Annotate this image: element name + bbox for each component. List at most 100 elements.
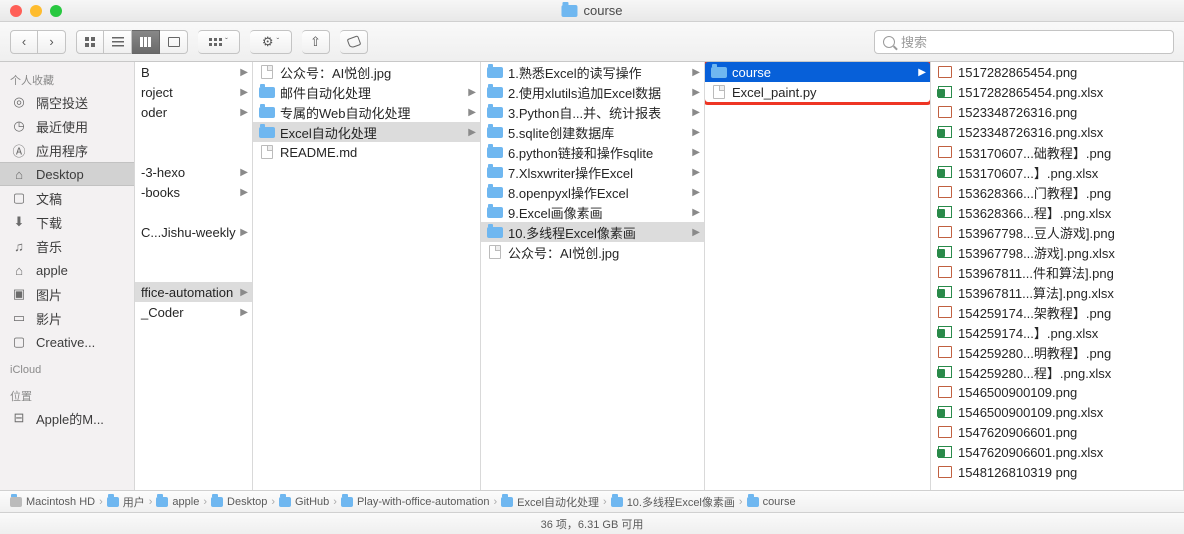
sidebar-item-文稿[interactable]: ▢文稿 [0,186,134,210]
list-item[interactable] [135,122,252,142]
list-item[interactable]: 10.多线程Excel像素画▶ [481,222,704,242]
item-label: 5.sqlite创建数据库 [508,123,614,142]
search-icon [883,36,895,48]
list-item[interactable]: 8.openpyxl操作Excel▶ [481,182,704,202]
share-button[interactable] [302,30,330,54]
list-item[interactable]: 邮件自动化处理▶ [253,82,480,102]
sidebar-item-音乐[interactable]: ♫音乐 [0,234,134,258]
nav-buttons: ‹ › [10,30,66,54]
path-bar[interactable]: Macintosh HD›用户›apple›Desktop›GitHub›Pla… [0,490,1184,512]
path-segment[interactable]: Macintosh HD [10,496,95,508]
sidebar-item-apple[interactable]: ⌂apple [0,258,134,282]
list-item[interactable]: 1517282865454.png.xlsx [931,82,1183,102]
column-view-button[interactable] [132,30,160,54]
list-item[interactable]: 1546500900109.png [931,382,1183,402]
column-3[interactable]: course▶Excel_paint.py [705,62,931,490]
column-1[interactable]: 公众号：AI悦创.jpg邮件自动化处理▶专属的Web自动化处理▶Excel自动化… [253,62,481,490]
list-item[interactable]: 1547620906601.png.xlsx [931,442,1183,462]
list-item[interactable]: 专属的Web自动化处理▶ [253,102,480,122]
list-item[interactable]: 1.熟悉Excel的读写操作▶ [481,62,704,82]
path-segment[interactable]: GitHub [279,496,329,508]
list-item[interactable]: 1547620906601.png [931,422,1183,442]
item-label: 公众号：AI悦创.jpg [508,243,619,262]
list-item[interactable]: 153967811...件和算法].png [931,262,1183,282]
disclosure-arrow-icon: ▶ [692,167,700,178]
list-item[interactable]: 1546500900109.png.xlsx [931,402,1183,422]
column-0[interactable]: B▶roject▶oder▶ -3-hexo▶-books▶ C...Jishu-w… [135,62,253,490]
minimize-window-button[interactable] [30,5,42,17]
list-item[interactable]: _Coder▶ [135,302,252,322]
list-item[interactable]: 154259280...程】.png.xlsx [931,362,1183,382]
sidebar-item-label: apple [36,263,68,278]
list-item[interactable]: 1517282865454.png [931,62,1183,82]
action-menu-button[interactable]: ˇ [250,30,292,54]
path-segment[interactable]: course [747,496,796,508]
sidebar-item-应用程序[interactable]: Ⓐ应用程序 [0,138,134,162]
list-item[interactable]: Excel自动化处理▶ [253,122,480,142]
list-view-button[interactable] [104,30,132,54]
column-4[interactable]: 1517282865454.png1517282865454.png.xlsx1… [931,62,1184,490]
icon-view-button[interactable] [76,30,104,54]
list-item[interactable]: 153628366...程】.png.xlsx [931,202,1183,222]
list-item[interactable]: 153170607...础教程】.png [931,142,1183,162]
gallery-view-button[interactable] [160,30,188,54]
list-item[interactable] [135,142,252,162]
list-item[interactable]: 公众号：AI悦创.jpg [253,62,480,82]
list-item[interactable]: 154259174...】.png.xlsx [931,322,1183,342]
forward-button[interactable]: › [38,30,66,54]
group-by-button[interactable]: ˇ [198,30,240,54]
sidebar-item-下载[interactable]: ⬇下载 [0,210,134,234]
list-item[interactable]: roject▶ [135,82,252,102]
list-item[interactable] [135,262,252,282]
column-2[interactable]: 1.熟悉Excel的读写操作▶2.使用xlutils追加Excel数据▶3.Py… [481,62,705,490]
list-item[interactable]: 1523348726316.png [931,102,1183,122]
list-item[interactable]: 9.Excel画像素画▶ [481,202,704,222]
list-item[interactable]: 154259280...明教程】.png [931,342,1183,362]
list-item[interactable]: 153967798...豆人游戏].png [931,222,1183,242]
path-segment[interactable]: 用户 [107,494,145,510]
list-item[interactable]: 154259174...架教程】.png [931,302,1183,322]
sidebar-item-label: 文稿 [36,189,62,208]
sidebar-item-影片[interactable]: ▭影片 [0,306,134,330]
list-item[interactable]: oder▶ [135,102,252,122]
path-segment[interactable]: Excel自动化处理 [501,494,599,510]
list-item[interactable]: 153967798...游戏].png.xlsx [931,242,1183,262]
path-segment[interactable]: Desktop [211,496,267,508]
list-item[interactable]: -3-hexo▶ [135,162,252,182]
tags-button[interactable] [340,30,368,54]
list-item[interactable]: C...Jishu-weekly▶ [135,222,252,242]
list-item[interactable]: ffice-automation▶ [135,282,252,302]
list-item[interactable]: 7.Xlsxwriter操作Excel▶ [481,162,704,182]
sidebar-item-apple的m...[interactable]: ⊟Apple的M... [0,406,134,430]
list-item[interactable]: 5.sqlite创建数据库▶ [481,122,704,142]
path-segment[interactable]: 10.多线程Excel像素画 [611,494,735,510]
list-item[interactable]: 6.python链接和操作sqlite▶ [481,142,704,162]
list-item[interactable]: B▶ [135,62,252,82]
list-item[interactable]: 153967811...算法].png.xlsx [931,282,1183,302]
list-item[interactable]: -books▶ [135,182,252,202]
list-item[interactable]: 2.使用xlutils追加Excel数据▶ [481,82,704,102]
list-item[interactable]: 3.Python自...并、统计报表▶ [481,102,704,122]
list-item[interactable]: 1548126810319 png [931,462,1183,482]
list-item[interactable] [135,242,252,262]
sidebar-item-最近使用[interactable]: ◷最近使用 [0,114,134,138]
list-item[interactable]: README.md [253,142,480,162]
list-item[interactable]: 153170607...】.png.xlsx [931,162,1183,182]
list-item[interactable]: course▶ [705,62,930,82]
list-item[interactable]: Excel_paint.py [705,82,930,102]
close-window-button[interactable] [10,5,22,17]
path-segment[interactable]: apple [156,496,199,508]
list-item[interactable] [135,202,252,222]
back-button[interactable]: ‹ [10,30,38,54]
sidebar-item-图片[interactable]: ▣图片 [0,282,134,306]
maximize-window-button[interactable] [50,5,62,17]
list-item[interactable]: 公众号：AI悦创.jpg [481,242,704,262]
list-item[interactable]: 1523348726316.png.xlsx [931,122,1183,142]
sidebar-item-desktop[interactable]: ⌂Desktop [0,162,134,186]
search-field[interactable]: 搜索 [874,30,1174,54]
sidebar-item-creative...[interactable]: ▢Creative... [0,330,134,354]
item-label: 153967798...豆人游戏].png [958,223,1115,242]
sidebar-item-隔空投送[interactable]: ◎隔空投送 [0,90,134,114]
path-segment[interactable]: Play-with-office-automation [341,496,489,508]
list-item[interactable]: 153628366...门教程】.png [931,182,1183,202]
